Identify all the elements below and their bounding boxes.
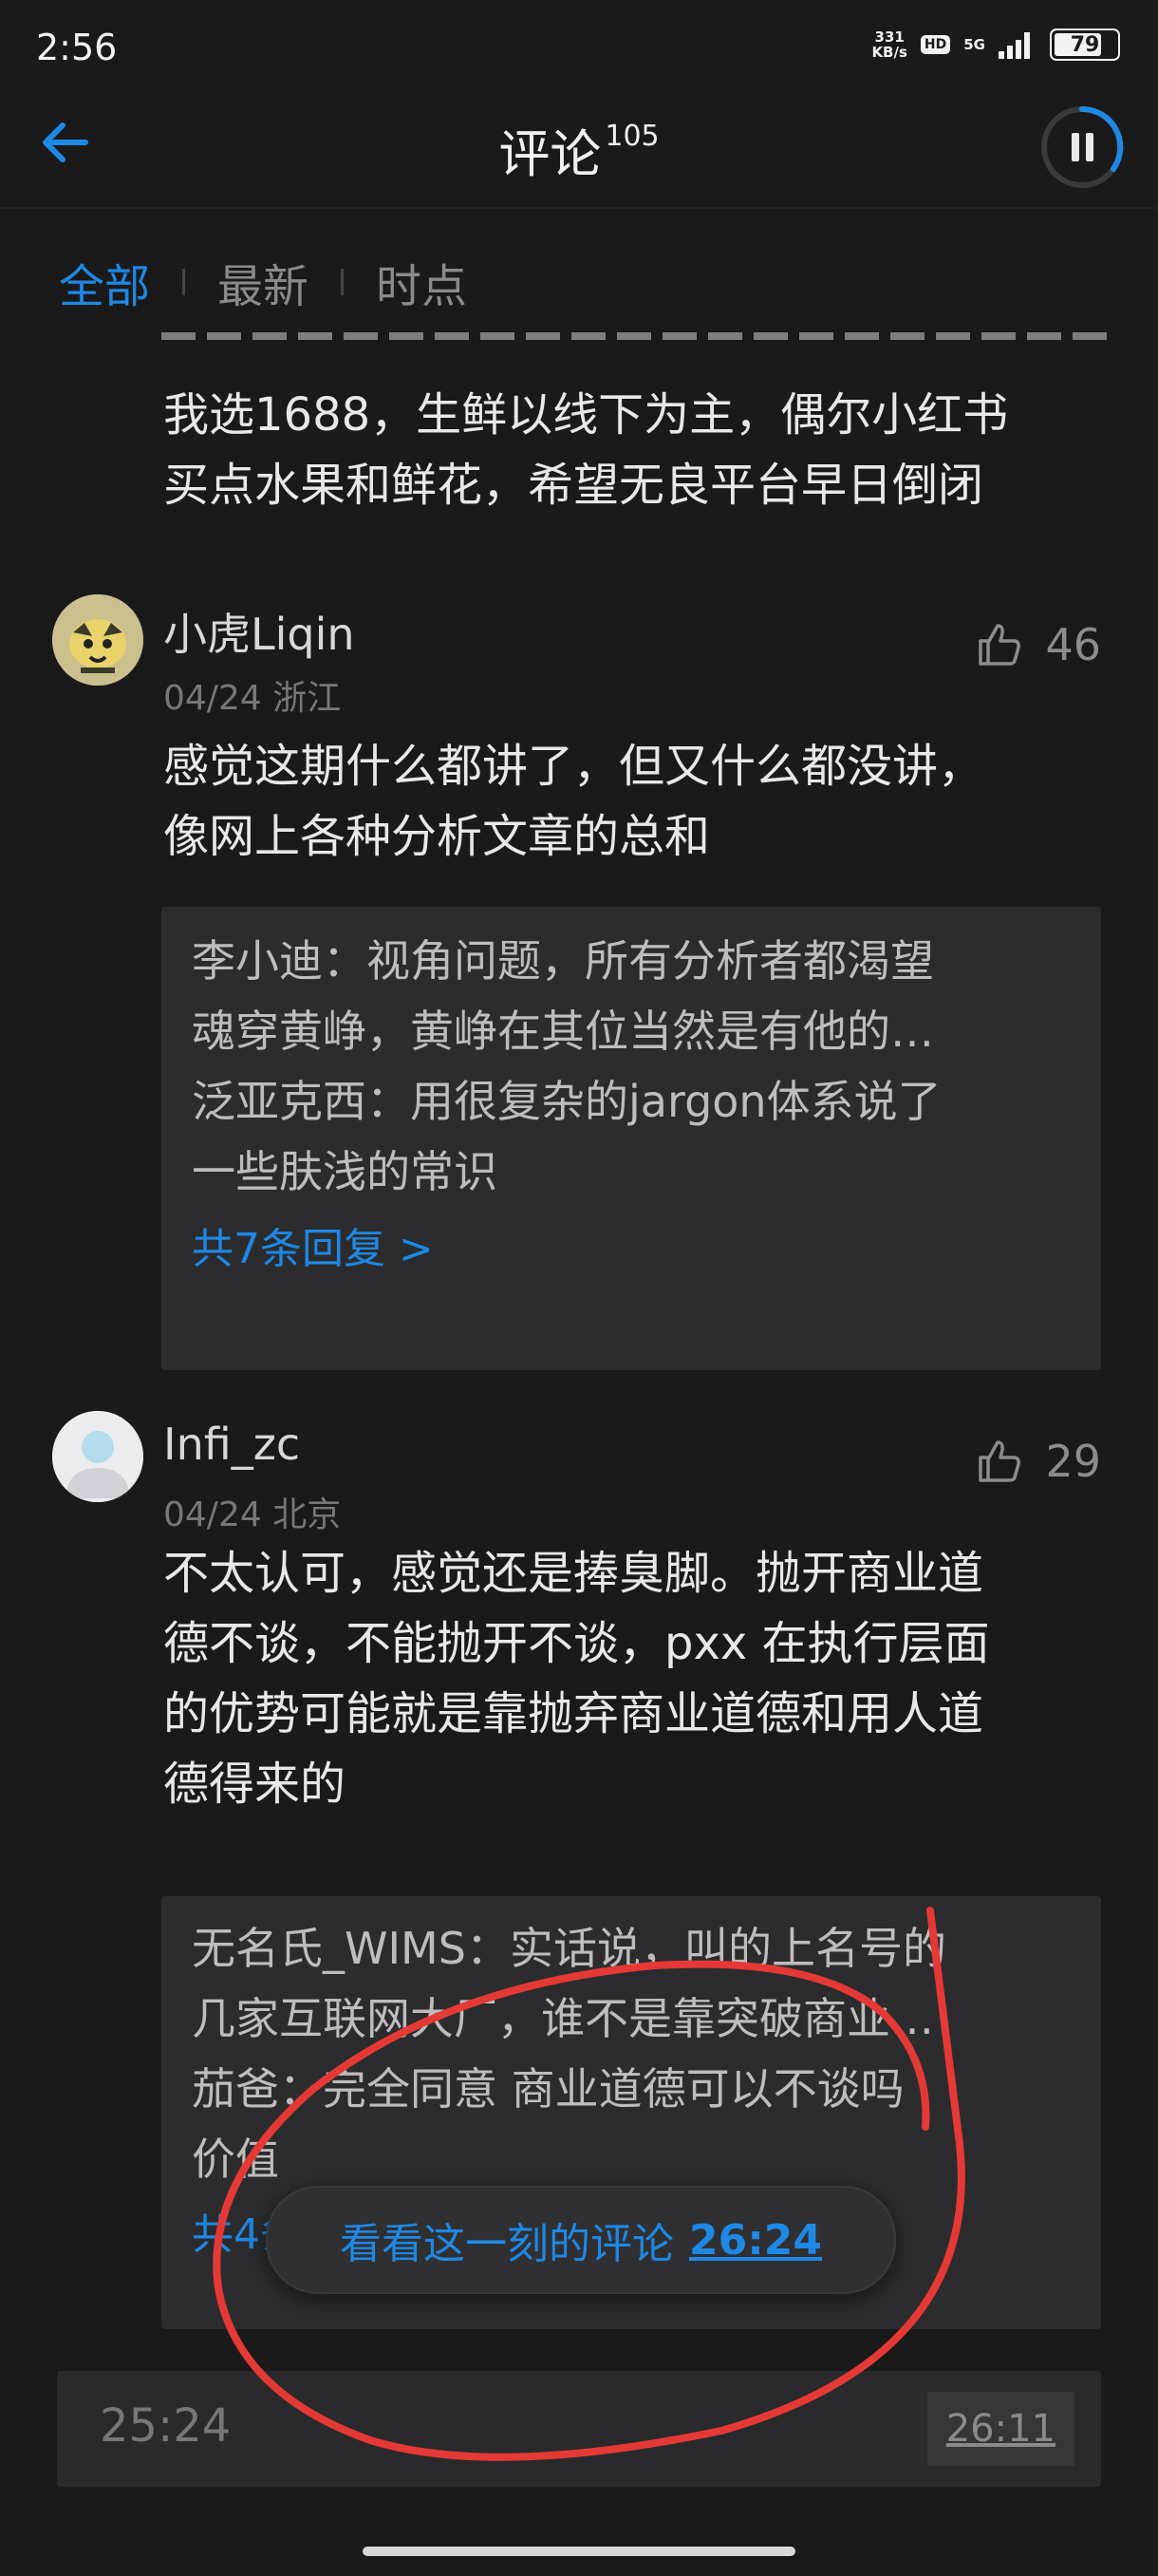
battery-icon: 79 [1050,28,1120,61]
tab-all[interactable]: 全部 [59,249,150,315]
tab-separator [182,269,186,295]
header-divider [0,207,1158,209]
comment-meta: 04/24 北京 [163,1495,342,1534]
input-timestamp: 25:24 [100,2399,232,2453]
view-replies-link[interactable]: 共7条回复 > [161,1214,1101,1275]
pause-button[interactable] [1039,104,1125,190]
comment-username[interactable]: 小虎Liqin [163,600,355,663]
tab-timepoint[interactable]: 时点 [376,249,467,315]
tab-separator [341,269,345,295]
thumbs-up-icon [979,624,1021,666]
home-indicator[interactable] [363,2547,795,2556]
jump-to-moment-button[interactable]: 看看这一刻的评论 26:24 [266,2186,896,2294]
comment-tabs: 全部 最新 时点 [59,249,467,315]
avatar[interactable] [52,1411,143,1502]
signal-icon [999,32,1030,59]
page-title: 评论 105 [498,120,660,184]
comment-username[interactable]: Infi_zc [163,1419,300,1470]
comment-text: 感觉这期什么都讲了，但又什么都没讲， 像网上各种分析文章的总和 [163,740,984,863]
avatar[interactable] [52,594,143,686]
partial-comment-text: 我选1688，生鲜以线下为主，偶尔小红书 买点水果和鲜花，希望无良平台早日倒闭 [163,388,1009,512]
clipped-line [161,321,1111,340]
tab-latest[interactable]: 最新 [217,249,308,315]
time-tag-button[interactable]: 26:11 [926,2392,1074,2466]
like-count: 29 [1045,1436,1101,1487]
comment-text: 不太认可，感觉还是捧臭脚。抛开商业道 德不谈，不能抛开不谈，pxx 在执行层面 … [163,1547,990,1811]
like-count: 46 [1045,619,1101,670]
moment-timestamp[interactable]: 26:24 [689,2216,822,2265]
like-button[interactable]: 46 [975,619,1101,670]
status-icons: 331 KB/s HD 5G 79 [871,28,1120,61]
network-speed: 331 KB/s [871,28,907,61]
comment-meta: 04/24 浙江 [163,679,342,718]
comment-count: 105 [605,120,660,153]
comment-input[interactable]: 25:24 26:11 [57,2371,1101,2487]
hd-icon: HD [920,35,951,54]
status-time: 2:56 [36,27,118,68]
like-button[interactable]: 29 [975,1436,1101,1487]
tiger-avatar-icon [52,594,143,686]
network-type: 5G [963,36,985,53]
thumbs-up-icon [979,1440,1021,1482]
default-avatar-icon [52,1411,143,1502]
reply-preview[interactable]: 李小迪：视角问题，所有分析者都渴望 魂穿黄峥，黄峥在其位当然是有他的… 泛亚克西… [161,907,1101,1370]
